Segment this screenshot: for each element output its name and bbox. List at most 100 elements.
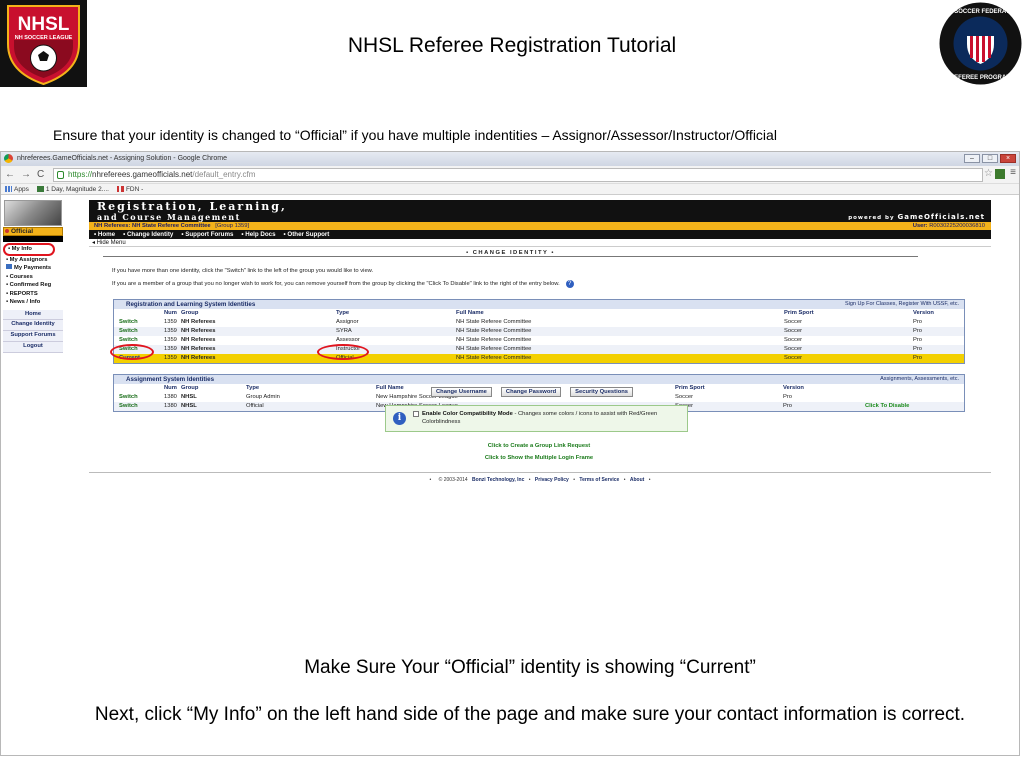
help-icon[interactable]: ?	[565, 280, 574, 288]
nav-other-support[interactable]: • Other Support	[284, 230, 330, 239]
account-buttons: Change Username Change Password Security…	[431, 387, 634, 397]
nhsl-logo: NHSL NH SOCCER LEAGUE	[0, 0, 87, 87]
bookmark-fdn[interactable]: FDN -	[116, 184, 143, 194]
url-path: /default_entry.cfm	[192, 170, 256, 179]
url-scheme: https://	[68, 170, 93, 179]
fdn-icon	[116, 186, 124, 192]
switch-link[interactable]: Switch	[114, 318, 164, 327]
minimize-button[interactable]: –	[964, 154, 980, 163]
window-title: nhreferees.GameOfficials.net - Assigning…	[17, 155, 227, 162]
switch-link[interactable]: Switch	[114, 327, 164, 336]
sidebar-item-courses[interactable]: ▪ Courses	[3, 273, 63, 282]
sidebar-item-reports[interactable]: ▪ REPORTS	[3, 290, 63, 299]
sidebar: Official ▪ My Info ▪ My Assignors My Pay…	[3, 200, 63, 353]
color-compatibility-box: i Enable Color Compatibility Mode - Chan…	[385, 405, 688, 432]
address-bar[interactable]: https://nhreferees.gameofficials.net/def…	[53, 168, 983, 182]
footer-divider	[89, 472, 991, 473]
instruction-disable: If you are a member of a group that you …	[112, 280, 574, 288]
color-compatibility-text: Enable Color Compatibility Mode - Change…	[422, 411, 658, 425]
sidebar-divider	[3, 236, 63, 242]
click-to-disable-link[interactable]: Click To Disable	[865, 402, 909, 411]
hide-menu-link[interactable]: ◂ Hide Menu	[89, 239, 991, 247]
privacy-link[interactable]: Privacy Policy	[535, 477, 569, 483]
maximize-button[interactable]: □	[982, 154, 998, 163]
apps-icon	[5, 186, 12, 192]
sidebar-item-my-assignors[interactable]: ▪ My Assignors	[3, 256, 63, 265]
slide-title: NHSL Referee Registration Tutorial	[347, 34, 677, 57]
table-body: Switch 1359 NH Referees Assignor NH Stat…	[114, 318, 964, 363]
svg-text:NHSL: NHSL	[18, 14, 70, 35]
sidebar-item-confirmed-reg[interactable]: ▪ Confirmed Reg	[3, 281, 63, 290]
sidebar-link-support-forums[interactable]: Support Forums	[3, 331, 63, 342]
table-row: Switch 1359 NH Referees Assignor NH Stat…	[114, 318, 964, 327]
back-icon[interactable]: ←	[5, 169, 15, 180]
switch-link[interactable]: Switch	[114, 336, 164, 345]
multiple-login-frame-link[interactable]: Click to Show the Multiple Login Frame	[389, 455, 689, 461]
terms-link[interactable]: Terms of Service	[579, 477, 619, 483]
caption-my-info: Next, click “My Info” on the left hand s…	[94, 704, 966, 725]
color-compatibility-checkbox[interactable]	[413, 411, 419, 417]
company-link[interactable]: Bonzi Technology, Inc	[472, 477, 524, 483]
slide-subtitle: Ensure that your identity is changed to …	[53, 127, 777, 143]
group-link-request-link[interactable]: Click to Create a Group Link Request	[389, 443, 689, 449]
chrome-icon	[4, 154, 13, 163]
ussf-referee-logo: U.S. SOCCER FEDERATION REFEREE PROGRAM	[937, 0, 1024, 87]
role-badge: Official	[3, 227, 63, 236]
change-username-button[interactable]: Change Username	[431, 387, 492, 397]
org-group: [Group 1359]	[215, 223, 250, 229]
current-identity-label: Current	[119, 355, 140, 361]
sidebar-link-change-identity[interactable]: Change Identity	[3, 320, 63, 332]
org-bar: NH Referees: NH State Referee Committee …	[89, 222, 991, 230]
switch-link[interactable]: Switch	[114, 393, 164, 402]
signup-link[interactable]: Sign Up For Classes, Register With USSF,…	[845, 300, 959, 309]
sidebar-item-news[interactable]: ▪ News / Info	[3, 298, 63, 307]
svg-text:NH SOCCER LEAGUE: NH SOCCER LEAGUE	[15, 35, 73, 41]
sidebar-item-my-payments[interactable]: My Payments	[3, 264, 63, 273]
table-row: Switch 1359 NH Referees Instructor NH St…	[114, 345, 964, 354]
url-host: nhreferees.gameofficials.net	[92, 170, 193, 179]
slide: NHSL NH SOCCER LEAGUE NHSL Referee Regis…	[0, 0, 1024, 768]
ussf-seal-icon: U.S. SOCCER FEDERATION REFEREE PROGRAM	[939, 2, 1022, 85]
table-row: Switch 1359 NH Referees Assessor NH Stat…	[114, 336, 964, 345]
user-id: User: R0030225200036810	[912, 223, 985, 229]
nav-change-identity[interactable]: • Change Identity	[123, 230, 173, 239]
sidebar-item-my-info[interactable]: ▪ My Info	[3, 243, 55, 256]
table-title: Assignment System Identities Assignments…	[114, 375, 964, 384]
browser-menu-icon[interactable]: ≡	[1010, 167, 1016, 178]
instruction-switch: If you have more than one identity, clic…	[112, 268, 374, 274]
sidebar-link-logout[interactable]: Logout	[3, 341, 63, 353]
table-row: Switch 1359 NH Referees SYRA NH State Re…	[114, 327, 964, 336]
extension-icon[interactable]	[995, 169, 1005, 179]
map-icon	[36, 186, 44, 192]
forward-icon[interactable]: →	[21, 169, 31, 180]
nav-home[interactable]: • Home	[94, 230, 115, 239]
info-icon: i	[393, 412, 406, 425]
section-title: • CHANGE IDENTITY •	[103, 250, 918, 257]
caption-current-identity: Make Sure Your “Official” identity is sh…	[304, 657, 756, 678]
switch-link[interactable]: Switch	[114, 345, 164, 354]
security-questions-button[interactable]: Security Questions	[570, 387, 634, 397]
bookmark-earthquake[interactable]: 1 Day, Magnitude 2....	[36, 184, 109, 194]
top-nav: • Home • Change Identity • Support Forum…	[89, 230, 991, 239]
avatar	[4, 200, 62, 226]
switch-link[interactable]: Switch	[114, 402, 164, 411]
svg-text:REFEREE PROGRAM: REFEREE PROGRAM	[950, 75, 1011, 81]
sidebar-links: Home Change Identity Support Forums Logo…	[3, 309, 63, 353]
change-password-button[interactable]: Change Password	[500, 387, 562, 397]
assignments-link[interactable]: Assignments, Assessments, etc.	[880, 375, 959, 384]
nhsl-shield-icon: NHSL NH SOCCER LEAGUE	[7, 5, 80, 86]
sidebar-link-home[interactable]: Home	[3, 309, 63, 321]
main-content: Registration, Learning, and Course Manag…	[89, 200, 991, 483]
bookmark-star-icon[interactable]: ☆	[984, 168, 993, 179]
bookmarks-bar: Apps 1 Day, Magnitude 2.... FDN -	[1, 184, 1019, 195]
nav-help-docs[interactable]: • Help Docs	[241, 230, 275, 239]
org-name: NH Referees: NH State Referee Committee	[94, 223, 211, 229]
close-button[interactable]: ×	[1000, 154, 1016, 163]
table-header-row: Num Group Type Full Name Prim Sport Vers…	[164, 310, 934, 316]
bookmark-apps[interactable]: Apps	[5, 184, 29, 194]
svg-text:U.S. SOCCER FEDERATION: U.S. SOCCER FEDERATION	[941, 9, 1020, 15]
about-link[interactable]: About	[630, 477, 644, 483]
table-row-current: Current 1359 NH Referees Official NH Sta…	[114, 354, 964, 363]
reload-icon[interactable]: C	[37, 169, 44, 180]
nav-support-forums[interactable]: • Support Forums	[181, 230, 233, 239]
